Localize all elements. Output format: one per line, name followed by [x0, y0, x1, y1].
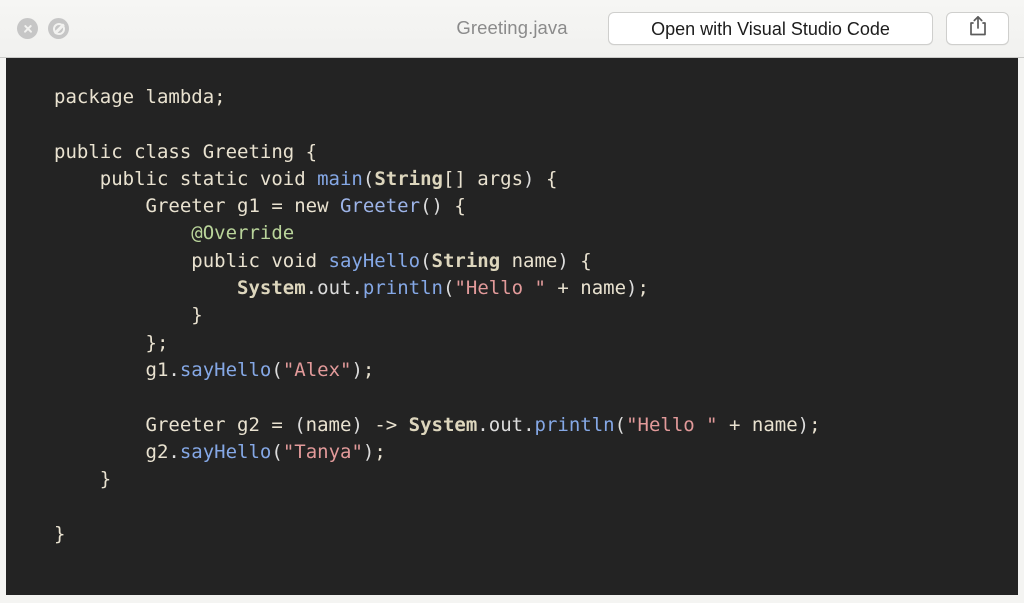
code-token: "Alex"	[282, 358, 352, 381]
code-token: public static void	[54, 167, 318, 190]
code-token: }	[54, 304, 203, 327]
code-token: public class Greeting {	[54, 140, 318, 163]
code-token: "Hello "	[626, 413, 718, 436]
code-token: (	[271, 358, 283, 381]
code-token: }	[54, 522, 66, 545]
code-token: g2	[54, 440, 169, 463]
code-token: g1	[54, 358, 169, 381]
code-token: Greeter g1 = new	[54, 195, 340, 218]
code-token: out	[488, 413, 524, 436]
code-token: .	[168, 358, 180, 381]
code-token: (	[294, 413, 306, 436]
code-token: )	[523, 167, 535, 190]
code-token: name	[305, 413, 352, 436]
code-token: )	[351, 413, 363, 436]
code-line: public static void main(String[] args) {	[54, 167, 558, 190]
open-with-vscode-button[interactable]: Open with Visual Studio Code	[608, 12, 933, 45]
code-token: {	[568, 249, 592, 272]
source-code: package lambda; public class Greeting { …	[6, 58, 1018, 548]
code-token: .	[477, 413, 489, 436]
code-token: [] args	[442, 167, 524, 190]
code-token: .	[351, 277, 363, 300]
code-token: .	[305, 277, 318, 300]
code-line: };	[54, 331, 169, 354]
code-token: {	[442, 195, 466, 218]
code-token: };	[54, 331, 169, 354]
code-token: )	[351, 358, 363, 381]
code-token: )	[362, 440, 375, 463]
code-token: (	[442, 277, 455, 300]
code-token: package lambda;	[54, 86, 226, 108]
code-token: )	[557, 249, 569, 272]
code-token: ()	[420, 195, 443, 218]
code-token: println	[534, 413, 615, 436]
code-line: System.out.println("Hello " + name);	[54, 277, 649, 299]
code-token: System	[408, 413, 478, 436]
code-token: (	[271, 440, 283, 463]
code-token: ;	[637, 277, 649, 300]
code-token: + name	[717, 413, 798, 436]
code-line: package lambda;	[54, 86, 226, 108]
quick-look-window: Greeting.java Open with Visual Studio Co…	[0, 0, 1024, 603]
code-token: println	[362, 277, 443, 300]
code-token: (	[420, 249, 432, 272]
code-token: String	[374, 167, 443, 190]
code-token: main	[317, 167, 363, 190]
code-token: Greeter	[339, 195, 421, 218]
code-line: }	[54, 468, 111, 490]
code-token: ->	[362, 413, 409, 436]
code-token: sayHello	[179, 440, 272, 463]
code-preview-panel[interactable]: package lambda; public class Greeting { …	[6, 58, 1018, 595]
code-token: "Tanya"	[282, 440, 363, 463]
code-token: @Override	[191, 222, 295, 245]
code-line: public class Greeting {	[54, 141, 317, 163]
toolbar: Greeting.java Open with Visual Studio Co…	[0, 0, 1024, 58]
code-line: Greeter g2 = (name) -> System.out.printl…	[54, 414, 821, 436]
code-line: @Override	[54, 222, 294, 244]
code-token: ;	[374, 440, 386, 463]
code-token: out	[317, 277, 352, 300]
code-token: System	[237, 277, 306, 300]
code-line: public void sayHello(String name) {	[54, 249, 592, 272]
code-token: String	[431, 249, 501, 272]
code-token: "Hello "	[454, 277, 546, 300]
code-token: + name	[545, 277, 627, 300]
code-token: .	[168, 440, 180, 463]
code-token: )	[797, 413, 810, 436]
code-token: ;	[809, 413, 821, 436]
share-upload-icon	[968, 15, 988, 42]
code-token: sayHello	[179, 358, 272, 381]
code-token: sayHello	[328, 249, 421, 272]
code-token: Greeter g2 =	[54, 413, 295, 436]
code-line: }	[54, 523, 65, 545]
code-line: g1.sayHello("Alex");	[54, 358, 375, 381]
code-token: public void	[54, 249, 329, 272]
code-token: ;	[362, 358, 375, 381]
code-token: }	[54, 468, 112, 491]
code-line: Greeter g1 = new Greeter() {	[54, 195, 466, 217]
code-line: g2.sayHello("Tanya");	[54, 441, 386, 463]
code-token: )	[626, 277, 638, 300]
code-token: .	[523, 413, 535, 436]
code-token: (	[362, 167, 375, 190]
code-token: name	[500, 249, 558, 272]
code-line: }	[54, 304, 203, 327]
share-button[interactable]	[946, 12, 1009, 45]
code-token: (	[614, 413, 627, 436]
code-token: {	[534, 167, 558, 190]
